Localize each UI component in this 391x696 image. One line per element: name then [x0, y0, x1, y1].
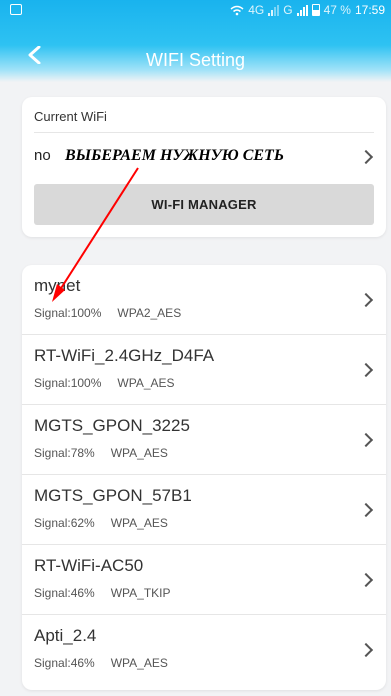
network-signal: Signal:46% — [34, 586, 95, 600]
signal-strength-icon — [268, 4, 280, 16]
network-item[interactable]: MGTS_GPON_57B1 Signal:62% WPA_AES — [22, 475, 386, 545]
network-name: mynet — [34, 276, 81, 295]
network-security: WPA_AES — [110, 446, 168, 460]
chevron-right-icon — [358, 149, 374, 165]
chevron-right-icon — [358, 432, 374, 448]
network-type-label: 4G — [248, 3, 265, 17]
network-item[interactable]: MGTS_GPON_3225 Signal:78% WPA_AES — [22, 405, 386, 475]
network-meta: Signal:78% WPA_AES — [34, 446, 168, 460]
network-name: MGTS_GPON_3225 — [34, 416, 190, 435]
current-wifi-card: Current WiFi no WI-FI MANAGER — [22, 97, 386, 237]
network-name: RT-WiFi_2.4GHz_D4FA — [34, 346, 215, 365]
header-bar: 4G G 47 % 17:59 WIFI Setting — [0, 0, 391, 82]
network-item[interactable]: Apti_2.4 Signal:46% WPA_AES — [22, 615, 386, 685]
network-signal: Signal:62% — [34, 516, 95, 530]
network-security: WPA_TKIP — [110, 586, 171, 600]
chevron-right-icon — [358, 572, 374, 588]
network-meta: Signal:46% WPA_AES — [34, 656, 168, 670]
status-icons: 4G G 47 % 17:59 — [230, 3, 385, 17]
screenshot-notification-icon — [10, 4, 22, 15]
network-name: MGTS_GPON_57B1 — [34, 486, 192, 505]
network-type-label-2: G — [283, 3, 293, 17]
battery-level: 47 % — [323, 3, 351, 17]
network-signal: Signal:78% — [34, 446, 95, 460]
clock: 17:59 — [354, 3, 385, 17]
wifi-status-icon — [230, 5, 244, 15]
page-title: WIFI Setting — [145, 50, 246, 70]
status-bar: 4G G 47 % 17:59 — [0, 0, 391, 22]
network-meta: Signal:46% WPA_TKIP — [34, 586, 171, 600]
current-wifi-label: Current WiFi — [34, 109, 107, 124]
network-security: WPA_AES — [117, 376, 175, 390]
chevron-right-icon — [358, 362, 374, 378]
battery-icon — [311, 4, 320, 16]
network-meta: Signal:100% WPA_AES — [34, 376, 175, 390]
network-list: mynet Signal:100% WPA2_AES RT-WiFi_2.4GHz… — [22, 265, 386, 690]
network-name: RT-WiFi-AC50 — [34, 556, 144, 575]
network-signal: Signal:100% — [34, 306, 102, 320]
network-meta: Signal:100% WPA2_AES — [34, 306, 181, 320]
network-name: Apti_2.4 — [34, 626, 97, 645]
network-item[interactable]: RT-WiFi_2.4GHz_D4FA Signal:100% WPA_AES — [22, 335, 386, 405]
network-signal: Signal:46% — [34, 656, 95, 670]
chevron-right-icon — [358, 292, 374, 308]
chevron-right-icon — [358, 502, 374, 518]
annotation-text: ВЫБЕРАЕМ НУЖНУЮ СЕТЬ — [65, 147, 284, 164]
network-item[interactable]: mynet Signal:100% WPA2_AES — [22, 265, 386, 335]
network-security: WPA2_AES — [117, 306, 182, 320]
current-wifi-value: no — [34, 147, 51, 164]
signal-strength-icon-2 — [296, 4, 308, 16]
network-security: WPA_AES — [110, 656, 168, 670]
network-security: WPA_AES — [110, 516, 168, 530]
network-signal: Signal:100% — [34, 376, 102, 390]
chevron-right-icon — [358, 642, 374, 658]
network-meta: Signal:62% WPA_AES — [34, 516, 168, 530]
wifi-manager-button[interactable]: WI-FI MANAGER — [34, 184, 374, 225]
network-item[interactable]: RT-WiFi-AC50 Signal:46% WPA_TKIP — [22, 545, 386, 615]
